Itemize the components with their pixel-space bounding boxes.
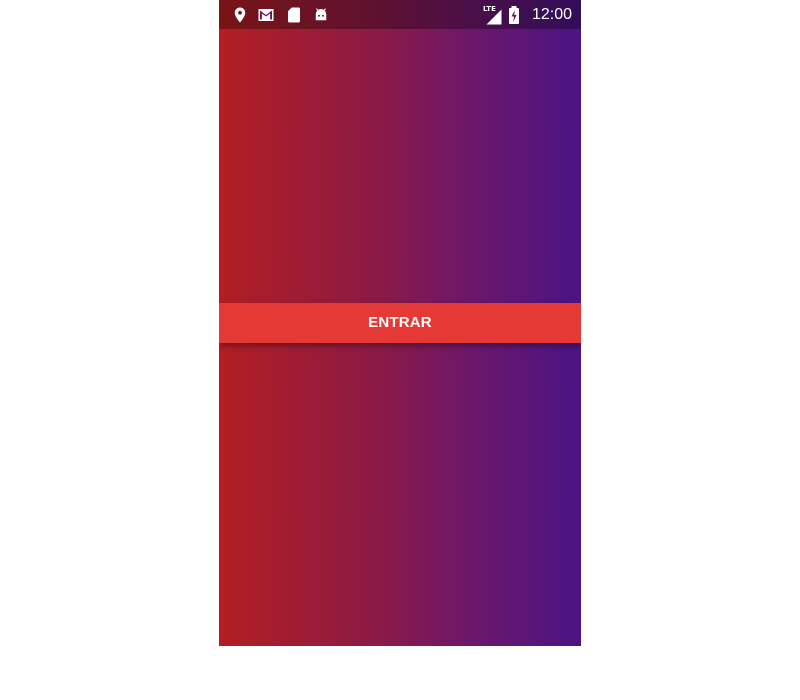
signal-icon: [485, 8, 503, 26]
sd-card-icon: [285, 6, 303, 24]
enter-button[interactable]: ENTRAR: [219, 303, 581, 343]
status-bar: LTE 12:00: [219, 0, 581, 29]
location-pin-icon: [231, 6, 249, 24]
battery-charging-icon: [508, 6, 520, 24]
app-screen: LTE 12:00 ENTRAR: [219, 0, 581, 646]
status-time: 12:00: [531, 6, 572, 23]
gmail-icon: [257, 6, 275, 24]
android-icon: [312, 6, 330, 24]
